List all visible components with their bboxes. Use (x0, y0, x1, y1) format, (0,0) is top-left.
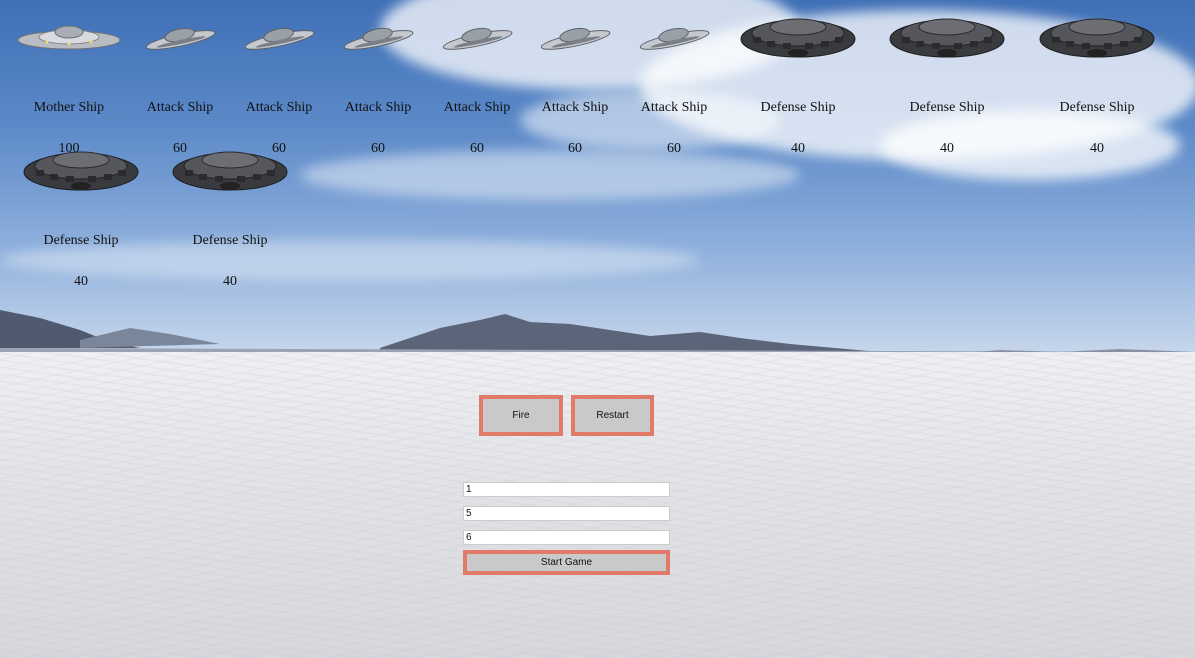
attack-ship[interactable]: Attack Ship 60 (609, 8, 739, 156)
defense-ship[interactable]: Defense Ship 40 (733, 8, 863, 156)
attack-ship-count-input[interactable]: 5 (463, 506, 670, 521)
ship-hit-points: 60 (667, 141, 681, 156)
start-game-button[interactable]: Start Game (463, 550, 670, 575)
defense-ship[interactable]: Defense Ship 40 (165, 141, 295, 289)
ship-name: Defense Ship (909, 100, 985, 115)
ship-hit-points: 40 (74, 274, 88, 289)
ship-name: Defense Ship (43, 233, 119, 248)
defense-ship-icon (733, 8, 863, 66)
defense-ship[interactable]: Defense Ship 40 (16, 141, 146, 289)
mother-ship-count-input[interactable]: 1 (463, 482, 670, 497)
defense-ship-icon (165, 141, 295, 199)
ship-hit-points: 40 (223, 274, 237, 289)
attack-ship-icon (609, 8, 739, 66)
defense-ship-icon (16, 141, 146, 199)
mountain-range (0, 310, 1195, 360)
ship-hit-points: 40 (1090, 141, 1104, 156)
ship-name: Attack Ship (640, 100, 708, 115)
defense-ship-icon (882, 8, 1012, 66)
defense-ship-icon (1032, 8, 1162, 66)
ship-name: Defense Ship (192, 233, 268, 248)
defense-ship-count-input[interactable]: 6 (463, 530, 670, 545)
enemy-fleet: Mother Ship 100 Attack Ship 60 Attack Ship 60… (0, 0, 1195, 300)
ship-hit-points: 40 (940, 141, 954, 156)
ship-hit-points: 40 (791, 141, 805, 156)
defense-ship[interactable]: Defense Ship 40 (1032, 8, 1162, 156)
ship-name: Defense Ship (760, 100, 836, 115)
ship-name: Defense Ship (1059, 100, 1135, 115)
fire-button[interactable]: Fire (479, 395, 563, 436)
defense-ship[interactable]: Defense Ship 40 (882, 8, 1012, 156)
restart-button[interactable]: Restart (571, 395, 654, 436)
